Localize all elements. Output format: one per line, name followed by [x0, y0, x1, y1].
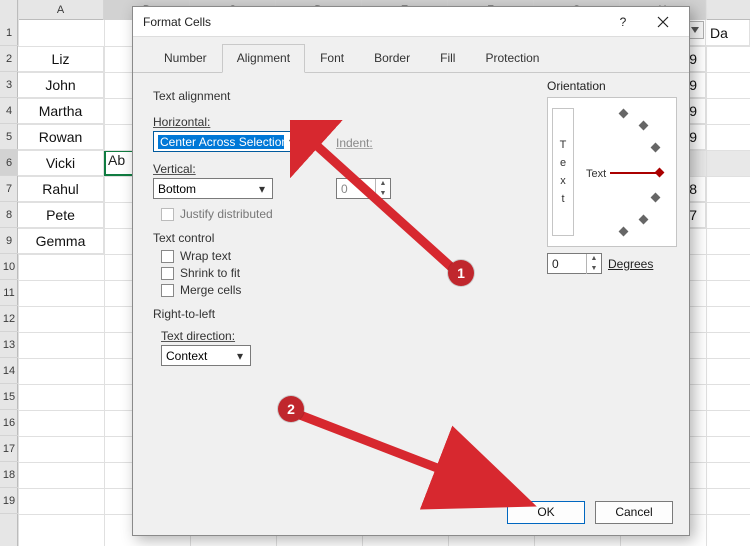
tab-protection[interactable]: Protection — [470, 44, 554, 73]
rowhdr-16[interactable]: 16 — [0, 410, 18, 436]
annotation-callout-1: 1 — [448, 260, 474, 286]
rowhdr-7[interactable]: 7 — [0, 176, 18, 202]
degrees-value: 0 — [548, 257, 586, 271]
vertical-select[interactable]: Bottom ▾ — [153, 178, 273, 199]
rowhdr-19[interactable]: 19 — [0, 488, 18, 514]
merge-label: Merge cells — [180, 283, 241, 297]
merge-cells-checkbox[interactable]: Merge cells — [161, 283, 669, 297]
degrees-label: Degrees — [608, 257, 653, 271]
rowhdr-10[interactable]: 10 — [0, 254, 18, 280]
cancel-button[interactable]: Cancel — [595, 501, 673, 524]
dialog-body: Text alignment Horizontal: Center Across… — [133, 73, 689, 494]
spinner-arrows[interactable]: ▲▼ — [375, 179, 390, 199]
tab-border[interactable]: Border — [359, 44, 425, 73]
rowhdr-2[interactable]: 2 — [0, 46, 18, 72]
annotation-callout-2: 2 — [278, 396, 304, 422]
rowhdr-15[interactable]: 15 — [0, 384, 18, 410]
orientation-group: Orientation T e x t Text — [547, 79, 677, 274]
degrees-spinner[interactable]: 0 ▲▼ — [547, 253, 602, 274]
rowhdr-9[interactable]: 9 — [0, 228, 18, 254]
rtl-group: Right-to-left — [153, 307, 669, 321]
dialog-tabs: Number Alignment Font Border Fill Protec… — [133, 37, 689, 73]
cell-a6[interactable]: Vicki — [18, 150, 104, 176]
rowhdr-11[interactable]: 11 — [0, 280, 18, 306]
cell-a4[interactable]: Martha — [18, 98, 104, 124]
cell-a9[interactable]: Gemma — [18, 228, 104, 254]
cell-a3[interactable]: John — [18, 72, 104, 98]
cell-a8[interactable]: Pete — [18, 202, 104, 228]
rowhdr-1[interactable]: 1 — [0, 20, 18, 46]
rowhdr-18[interactable]: 18 — [0, 462, 18, 488]
help-icon: ? — [620, 15, 627, 29]
cell-a7[interactable]: Rahul — [18, 176, 104, 202]
orientation-vertical-text[interactable]: T e x t — [552, 108, 574, 236]
rowhdr-17[interactable]: 17 — [0, 436, 18, 462]
chevron-down-icon: ▾ — [232, 349, 248, 363]
rowhdr-3[interactable]: 3 — [0, 72, 18, 98]
rowhdr-6[interactable]: 6 — [0, 150, 18, 176]
chevron-down-icon: ▾ — [284, 135, 300, 149]
cell-a2[interactable]: Liz — [18, 46, 104, 72]
colhdr-a[interactable]: A — [18, 0, 104, 20]
cell-i1-partial[interactable]: Da — [706, 20, 750, 46]
spinner-arrows[interactable]: ▲▼ — [586, 254, 601, 274]
chevron-down-icon: ▾ — [254, 182, 270, 196]
indent-label: Indent: — [336, 136, 373, 150]
close-icon — [657, 16, 669, 28]
tab-font[interactable]: Font — [305, 44, 359, 73]
vertical-label: Vertical: — [153, 162, 318, 176]
text-direction-label: Text direction: — [161, 329, 669, 343]
tab-number[interactable]: Number — [149, 44, 222, 73]
text-direction-value: Context — [166, 349, 232, 363]
orientation-indicator-line — [610, 172, 656, 174]
dialog-footer: OK Cancel — [133, 489, 689, 535]
rowhdr-5[interactable]: 5 — [0, 124, 18, 150]
orientation-panel[interactable]: T e x t Text — [547, 97, 677, 247]
format-cells-dialog: Format Cells ? Number Alignment Font Bor… — [132, 6, 690, 536]
tab-alignment[interactable]: Alignment — [222, 44, 305, 73]
close-button[interactable] — [643, 8, 683, 36]
chevron-down-icon — [691, 27, 699, 33]
justify-distributed-label: Justify distributed — [180, 207, 273, 221]
horizontal-select[interactable]: Center Across Selection ▾ — [153, 131, 303, 152]
shrink-label: Shrink to fit — [180, 266, 240, 280]
active-cell-b6[interactable]: Ab — [104, 150, 134, 176]
text-direction-select[interactable]: Context ▾ — [161, 345, 251, 366]
tab-fill[interactable]: Fill — [425, 44, 470, 73]
orientation-label: Orientation — [547, 79, 677, 93]
horizontal-value: Center Across Selection — [158, 135, 284, 149]
vertical-value: Bottom — [158, 182, 254, 196]
dialog-titlebar[interactable]: Format Cells ? — [133, 7, 689, 37]
dialog-title: Format Cells — [143, 15, 603, 29]
orientation-dial[interactable]: Text — [582, 104, 670, 240]
indent-spinner[interactable]: 0 ▲▼ — [336, 178, 391, 199]
cell-b6-text: Ab — [106, 152, 125, 168]
indent-value: 0 — [337, 182, 375, 196]
rowhdr-14[interactable]: 14 — [0, 358, 18, 384]
ok-button[interactable]: OK — [507, 501, 585, 524]
rowhdr-12[interactable]: 12 — [0, 306, 18, 332]
orientation-text-label: Text — [586, 168, 606, 180]
rowhdr-13[interactable]: 13 — [0, 332, 18, 358]
rowhdr-4[interactable]: 4 — [0, 98, 18, 124]
help-button[interactable]: ? — [603, 8, 643, 36]
wrap-text-label: Wrap text — [180, 249, 231, 263]
checkbox-box — [161, 208, 174, 221]
rowhdr-8[interactable]: 8 — [0, 202, 18, 228]
cell-a5[interactable]: Rowan — [18, 124, 104, 150]
horizontal-label: Horizontal: — [153, 115, 318, 129]
